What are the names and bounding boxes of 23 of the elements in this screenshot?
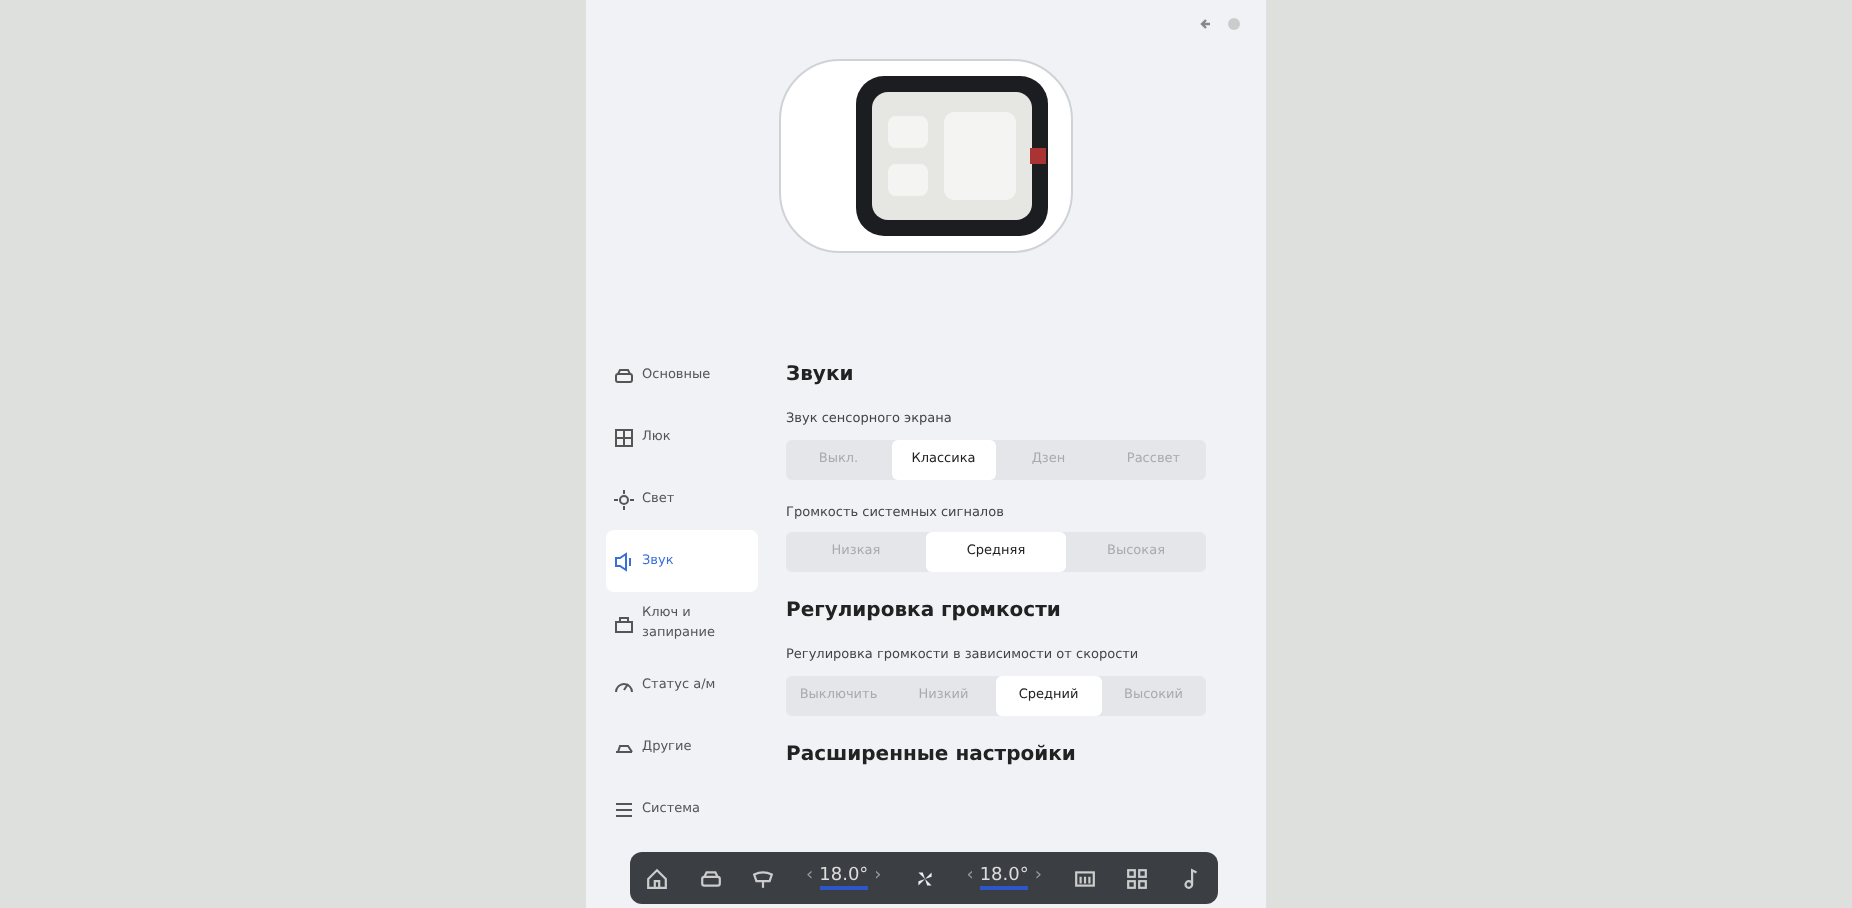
sun-icon	[614, 489, 634, 509]
speaker-icon	[614, 551, 634, 571]
apps-grid-icon[interactable]	[1126, 867, 1149, 889]
temp-decrease-button[interactable]: ‹	[966, 864, 974, 892]
sliders-icon	[614, 799, 634, 819]
section-heading: Звуки	[786, 362, 856, 390]
rear-defrost-icon[interactable]	[1073, 867, 1096, 889]
music-note-icon[interactable]	[1180, 867, 1203, 889]
temp-increase-button[interactable]: ›	[1034, 864, 1042, 892]
car-icon	[614, 365, 634, 385]
car-icon[interactable]	[699, 867, 722, 889]
fan-icon[interactable]	[913, 867, 935, 889]
temperature-value: 18.0°	[979, 865, 1029, 891]
section-heading: Регулировка громкости	[786, 598, 1063, 626]
temperature-value: 18.0°	[819, 865, 869, 891]
windshield-icon[interactable]	[752, 867, 775, 889]
lock-icon	[614, 613, 634, 633]
temp-decrease-button[interactable]: ‹	[806, 864, 814, 892]
sunroof-icon	[614, 427, 634, 447]
temp-increase-button[interactable]: ›	[874, 864, 882, 892]
back-icon[interactable]	[1198, 16, 1214, 32]
home-icon[interactable]	[645, 867, 668, 889]
section-heading: Расширенные настройки	[786, 741, 1078, 769]
